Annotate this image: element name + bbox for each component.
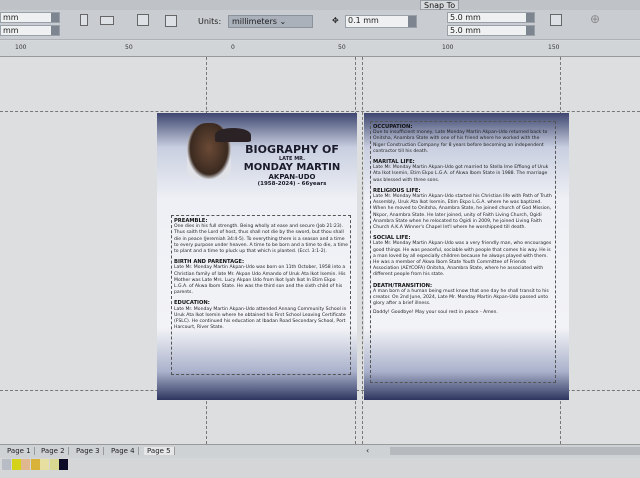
tab-page-4[interactable]: Page 4 — [108, 447, 139, 455]
landscape-icon[interactable] — [100, 16, 114, 25]
all-pages-icon[interactable] — [137, 14, 149, 26]
page-width-value: mm — [3, 13, 19, 22]
palette-swatch[interactable] — [21, 459, 30, 470]
farewell-text: Daddy! Goodbye! May your soul rest in pe… — [373, 310, 498, 316]
biography-heading: BIOGRAPHY OF — [245, 143, 339, 156]
page-height-field[interactable]: mm — [0, 25, 60, 36]
left-text-frame[interactable]: PREAMBLE: One dies in his full strength.… — [171, 215, 351, 375]
duplicate-x-value: 5.0 mm — [450, 13, 481, 22]
palette-swatch[interactable] — [30, 459, 40, 470]
tab-page-1[interactable]: Page 1 — [4, 447, 35, 455]
snap-to-dropdown[interactable]: Snap To — [420, 0, 460, 10]
section-body: Due to insufficient money, Late Monday M… — [373, 130, 548, 154]
life-dates: (1958-2024) - 66years — [257, 181, 327, 187]
nudge-value: 0.1 mm — [348, 16, 379, 25]
horizontal-scrollbar[interactable] — [390, 447, 640, 455]
units-dropdown[interactable]: millimeters ⌄ — [228, 15, 313, 28]
palette-swatch[interactable] — [59, 459, 68, 470]
ruler-tick: 150 — [548, 44, 560, 51]
section-body: Late Mr. Monday Martin Akpan-Udo got mar… — [373, 165, 549, 183]
page-height-value: mm — [3, 26, 19, 35]
portrait-icon[interactable] — [80, 14, 88, 26]
add-icon[interactable]: ⊕ — [590, 12, 600, 26]
ruler-tick: 100 — [442, 44, 454, 51]
palette-swatch[interactable] — [40, 459, 49, 470]
units-value: millimeters — [232, 17, 277, 26]
current-page-icon[interactable] — [165, 15, 177, 27]
scroll-left-icon[interactable]: ‹ — [366, 446, 369, 455]
palette-swatch[interactable] — [2, 459, 11, 470]
duplicate-y-field[interactable]: 5.0 mm — [447, 25, 535, 36]
brochure-page-right[interactable]: OCCUPATION: Due to insufficient money, L… — [364, 113, 569, 400]
standard-toolbar — [0, 0, 640, 10]
drawing-canvas[interactable]: BIOGRAPHY OF LATE MR. MONDAY MARTIN AKPA… — [0, 57, 640, 444]
section-body: A man born of a human being must know th… — [373, 288, 549, 307]
tab-page-5[interactable]: Page 5 — [144, 447, 175, 455]
nudge-icon: ✥ — [332, 16, 339, 25]
ruler-tick: 0 — [231, 44, 235, 51]
brochure-page-left[interactable]: BIOGRAPHY OF LATE MR. MONDAY MARTIN AKPA… — [157, 113, 357, 400]
tab-page-3[interactable]: Page 3 — [73, 447, 104, 455]
guideline[interactable] — [0, 111, 640, 112]
guideline[interactable] — [362, 57, 363, 444]
tab-page-2[interactable]: Page 2 — [38, 447, 69, 455]
portrait-photo — [187, 123, 251, 179]
nudge-distance-field[interactable]: 0.1 mm — [345, 15, 417, 28]
section-body: Late Mr. Monday Martin Akpan-Udo attende… — [174, 306, 347, 331]
right-text-frame[interactable]: OCCUPATION: Due to insufficient money, L… — [370, 121, 556, 383]
ruler-tick: 100 — [15, 44, 27, 51]
property-bar: mm mm Units: millimeters ⌄ ✥ 0.1 mm 5.0 … — [0, 0, 640, 40]
duplicate-y-value: 5.0 mm — [450, 26, 481, 35]
section-body: Late Mr. Monday Martin Akpan-Udo was a v… — [373, 241, 552, 278]
units-label: Units: — [198, 17, 222, 26]
deceased-surname: AKPAN-UDO — [268, 173, 316, 181]
section-body: Late Mr. Monday Martin Akpan-Udo started… — [373, 194, 552, 231]
palette-swatch[interactable] — [49, 459, 59, 470]
ruler-tick: 50 — [338, 44, 346, 51]
status-bar — [0, 458, 640, 478]
palette-swatch[interactable] — [11, 459, 21, 470]
deceased-name: MONDAY MARTIN — [243, 162, 341, 173]
section-body: Late Mr. Monday Martin Akpan-Udo was bor… — [174, 265, 346, 296]
horizontal-ruler[interactable]: 100 50 0 50 100 150 — [0, 41, 640, 57]
page-width-field[interactable]: mm — [0, 12, 60, 23]
ruler-tick: 50 — [125, 44, 133, 51]
title-block: BIOGRAPHY OF LATE MR. MONDAY MARTIN AKPA… — [237, 143, 347, 187]
chevron-down-icon: ⌄ — [279, 17, 287, 26]
section-body: One dies in his full strength. Being who… — [174, 224, 348, 255]
treat-as-filled-icon[interactable] — [550, 14, 562, 26]
duplicate-x-field[interactable]: 5.0 mm — [447, 12, 535, 23]
